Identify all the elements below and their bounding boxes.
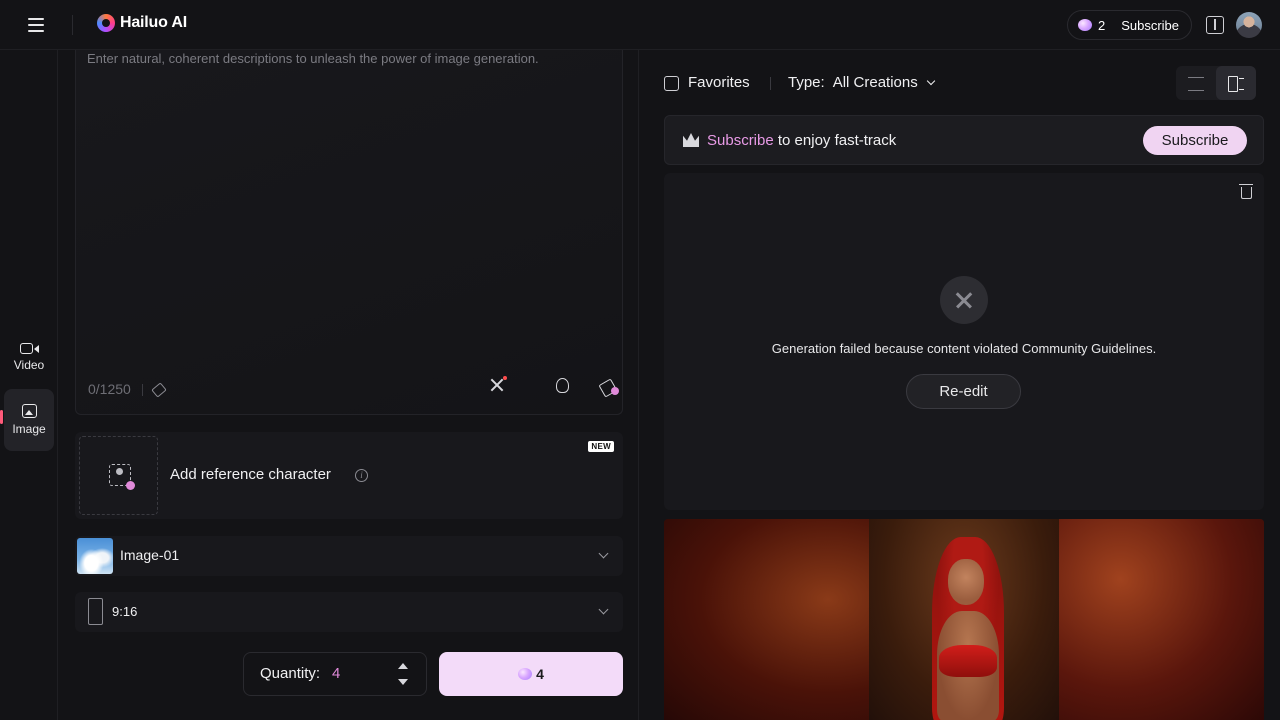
eraser-icon[interactable]: [151, 382, 167, 398]
banner-message: to enjoy fast-track: [773, 132, 897, 149]
chevron-down-icon: [598, 548, 609, 559]
lightbulb-icon[interactable]: [552, 376, 572, 396]
notification-dot: [503, 376, 507, 380]
portrait-ratio-icon: [88, 598, 103, 625]
nav-label-video: Video: [13, 357, 45, 372]
credits-subscribe-pill[interactable]: 2 Subscribe: [1066, 10, 1192, 40]
close-icon: [940, 276, 988, 324]
image-panel-left: [664, 519, 869, 720]
increment-icon[interactable]: [398, 663, 408, 669]
failed-generation-card: Generation failed because content violat…: [664, 173, 1264, 510]
grid-view-icon[interactable]: [1216, 66, 1256, 100]
credit-gem-icon: [1077, 19, 1092, 31]
type-value: All Creations: [832, 74, 918, 91]
credit-gem-icon: [518, 668, 533, 680]
reference-label: Add reference character: [170, 466, 331, 483]
chevron-down-icon: [598, 604, 609, 615]
image-icon: [21, 404, 37, 418]
prompt-box: 0/1250: [75, 50, 623, 415]
info-icon[interactable]: i: [355, 469, 368, 482]
video-icon: [20, 342, 39, 354]
divider: [770, 77, 771, 90]
top-bar: Hailuo AI 2 Subscribe: [0, 0, 1280, 50]
model-name: Image-01: [120, 547, 180, 563]
decrement-icon[interactable]: [398, 679, 408, 685]
trash-icon[interactable]: [1239, 184, 1253, 199]
nav-item-image[interactable]: Image: [4, 389, 54, 451]
generate-button[interactable]: 4: [439, 652, 623, 696]
credit-count: 2: [1097, 17, 1106, 33]
left-nav: Video Image: [0, 50, 58, 720]
new-badge: NEW: [588, 441, 614, 452]
generated-image[interactable]: [664, 519, 1264, 720]
failure-message: Generation failed because content violat…: [771, 341, 1157, 356]
brand-logo[interactable]: Hailuo AI: [97, 14, 187, 32]
figure-garment: [939, 645, 997, 677]
quantity-value: 4: [332, 665, 341, 682]
brand-name: Hailuo AI: [120, 14, 187, 31]
type-label: Type:: [788, 74, 825, 91]
divider: [142, 384, 143, 396]
banner-subscribe-link[interactable]: Subscribe: [707, 132, 774, 149]
nav-item-video[interactable]: Video: [4, 326, 54, 388]
results-panel: Favorites Type: All Creations Subscribe …: [640, 50, 1280, 720]
magic-brush-icon[interactable]: [599, 376, 619, 396]
style-tool-icon[interactable]: [487, 376, 507, 396]
view-toggle: [1176, 66, 1256, 100]
subscribe-banner: Subscribe to enjoy fast-track Subscribe: [664, 115, 1264, 165]
subscribe-button[interactable]: Subscribe: [1143, 126, 1247, 155]
re-edit-button[interactable]: Re-edit: [906, 374, 1021, 409]
generation-panel: 0/1250 Add reference character i NEW Ima…: [59, 50, 639, 720]
model-thumbnail: [77, 538, 113, 574]
divider: [72, 15, 73, 35]
figure-face: [948, 559, 984, 605]
quantity-stepper[interactable]: Quantity: 4: [243, 652, 427, 696]
add-reference-character[interactable]: Add reference character i NEW: [75, 432, 623, 519]
banner-text: Subscribe to enjoy fast-track: [707, 132, 896, 149]
user-avatar[interactable]: [1236, 12, 1262, 38]
aspect-ratio-select[interactable]: 9:16: [75, 592, 623, 632]
active-indicator: [0, 410, 3, 424]
prompt-input[interactable]: [87, 50, 612, 350]
nav-label-image: Image: [12, 422, 46, 436]
chevron-down-icon: [926, 76, 935, 86]
type-filter[interactable]: Type: All Creations: [788, 74, 935, 91]
generate-cost: 4: [536, 666, 544, 682]
reference-upload-slot[interactable]: [79, 436, 158, 515]
image-panel-center: [869, 519, 1059, 720]
add-person-icon: [109, 464, 135, 490]
favorites-checkbox[interactable]: [664, 76, 679, 91]
aspect-ratio-value: 9:16: [112, 604, 138, 619]
favorites-label[interactable]: Favorites: [688, 74, 750, 91]
list-view-icon[interactable]: [1176, 66, 1216, 100]
char-counter: 0/1250: [88, 381, 131, 397]
guide-book-icon[interactable]: [1206, 16, 1224, 34]
model-select[interactable]: Image-01: [75, 536, 623, 576]
image-panel-right: [1059, 519, 1264, 720]
quantity-label: Quantity:: [260, 665, 321, 682]
logo-mark-icon: [97, 14, 115, 32]
crown-icon: [683, 133, 699, 147]
hamburger-menu-icon[interactable]: [24, 14, 48, 36]
subscribe-link[interactable]: Subscribe: [1121, 18, 1179, 33]
